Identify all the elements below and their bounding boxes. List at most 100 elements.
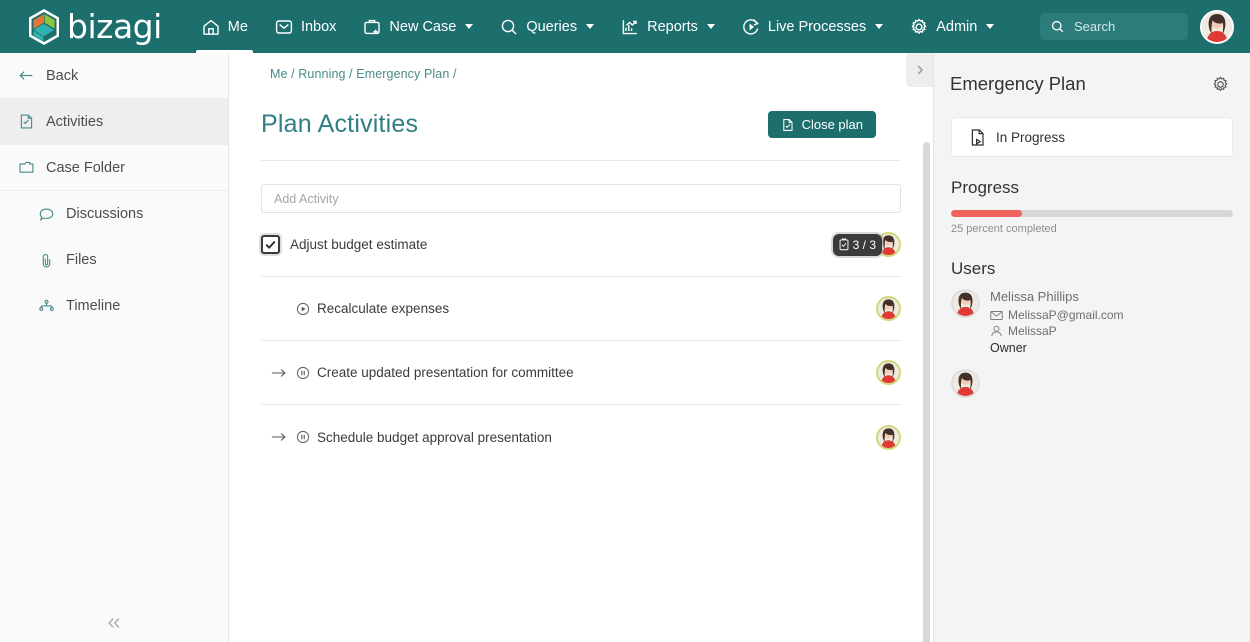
- activity-assignee-avatar[interactable]: [876, 296, 901, 321]
- status-card[interactable]: In Progress: [951, 117, 1233, 157]
- nav-item-live-processes[interactable]: Live Processes: [728, 0, 896, 53]
- nav-item-admin[interactable]: Admin: [896, 0, 1007, 53]
- activity-row[interactable]: Create updated presentation for committe…: [261, 341, 901, 405]
- document-play-icon: [969, 128, 987, 147]
- person-icon: [990, 325, 1003, 337]
- close-plan-label: Close plan: [801, 117, 863, 132]
- close-plan-button[interactable]: Close plan: [767, 111, 876, 138]
- activity-row[interactable]: Adjust budget estimate 3 / 3: [261, 213, 901, 277]
- activity-row-right: [876, 424, 901, 450]
- arrow-right-icon[interactable]: [261, 366, 296, 380]
- activity-row-left: Create updated presentation for committe…: [261, 365, 876, 380]
- activity-row-left: Schedule budget approval presentation: [261, 430, 876, 445]
- new-case-icon: [362, 17, 382, 37]
- progress-caption: 25 percent completed: [951, 223, 1057, 235]
- user-email-row: MelissaP@gmail.com: [990, 308, 1124, 322]
- sidebar-collapse-button[interactable]: [0, 604, 228, 642]
- search-input[interactable]: Search: [1074, 19, 1115, 34]
- activity-assignee-avatar[interactable]: [876, 360, 901, 385]
- activity-label: Adjust budget estimate: [290, 237, 428, 252]
- breadcrumb-text: Me / Running / Emergency Plan /: [270, 67, 457, 81]
- main-nav-items: Me Inbox New Case Queries Reports Live P…: [188, 0, 1008, 53]
- progress-bar-fill: [951, 210, 1022, 217]
- envelope-icon: [990, 310, 1003, 321]
- activity-checkbox[interactable]: [261, 235, 280, 254]
- user-list-item[interactable]: Melissa Phillips MelissaP@gmail.com Meli…: [951, 289, 1250, 355]
- bizagi-logo-text: bizagi: [67, 7, 162, 46]
- arrow-right-icon[interactable]: [261, 430, 296, 444]
- activity-row-left: Adjust budget estimate: [261, 235, 833, 254]
- chevron-right-icon: [914, 64, 926, 76]
- activity-row-right: [876, 296, 901, 321]
- nav-item-new-case-label: New Case: [389, 18, 457, 35]
- user-list-item[interactable]: [951, 369, 1250, 398]
- user-avatar[interactable]: [951, 369, 980, 398]
- chevron-down-icon: [586, 24, 595, 29]
- user-role: Owner: [990, 341, 1027, 355]
- activity-row[interactable]: Recalculate expenses: [261, 277, 901, 341]
- folder-icon: [18, 159, 35, 176]
- discussion-icon: [38, 206, 55, 223]
- nav-item-inbox-label: Inbox: [300, 18, 337, 35]
- main-content: Me / Running / Emergency Plan / Plan Act…: [229, 53, 933, 642]
- sidebar-item-case-folder[interactable]: Case Folder: [0, 145, 228, 191]
- chevron-down-icon: [875, 24, 884, 29]
- user-name: Melissa Phillips: [990, 289, 1079, 304]
- clipboard-check-icon: [838, 238, 850, 251]
- inbox-icon: [274, 17, 294, 37]
- paperclip-icon: [38, 252, 55, 269]
- add-activity-placeholder: Add Activity: [274, 191, 339, 206]
- breadcrumb[interactable]: Me / Running / Emergency Plan /: [229, 53, 933, 81]
- user-username-row: MelissaP: [990, 324, 1124, 338]
- progress-bar-track: [951, 210, 1233, 217]
- page-header: Plan Activities Close plan: [229, 81, 933, 139]
- activity-row[interactable]: Schedule budget approval presentation: [261, 405, 901, 469]
- main-scrollbar[interactable]: [923, 142, 930, 642]
- gear-icon[interactable]: [1211, 75, 1230, 94]
- activity-row-left: Recalculate expenses: [261, 301, 876, 316]
- top-navigation-bar: bizagi Me Inbox New Case Queries Reports…: [0, 0, 1250, 53]
- nav-item-reports-label: Reports: [647, 18, 698, 35]
- global-search[interactable]: Search: [1040, 13, 1188, 40]
- nav-item-queries[interactable]: Queries: [486, 0, 607, 53]
- nav-item-new-case[interactable]: New Case: [349, 0, 486, 53]
- document-check-icon: [781, 118, 795, 132]
- activity-label: Recalculate expenses: [317, 301, 450, 316]
- play-circle-icon: [296, 302, 310, 316]
- pause-circle-icon: [296, 430, 310, 444]
- sidebar-item-timeline-label: Timeline: [66, 298, 121, 314]
- arrow-left-icon: [18, 67, 35, 84]
- sidebar-item-discussions[interactable]: Discussions: [0, 191, 228, 237]
- live-processes-icon: [741, 17, 761, 37]
- home-icon: [201, 17, 221, 37]
- activity-assignee-avatar[interactable]: [876, 424, 901, 450]
- bizagi-logo-icon: [27, 8, 61, 46]
- sidebar-item-files[interactable]: Files: [0, 237, 228, 283]
- gear-icon: [909, 17, 929, 37]
- sidebar-item-files-label: Files: [66, 252, 97, 268]
- users-section-title: Users: [951, 259, 996, 278]
- bizagi-logo[interactable]: bizagi: [27, 0, 162, 53]
- search-icon: [1050, 19, 1065, 34]
- timeline-icon: [38, 298, 55, 315]
- nav-item-inbox[interactable]: Inbox: [261, 0, 349, 53]
- reports-icon: [620, 17, 640, 37]
- sidebar-back-label: Back: [46, 67, 79, 84]
- sidebar-back-button[interactable]: Back: [0, 53, 228, 99]
- user-username: MelissaP: [1008, 324, 1057, 338]
- user-avatar[interactable]: [951, 289, 980, 318]
- right-panel-toggle[interactable]: [906, 53, 933, 87]
- activity-count-badge[interactable]: 3 / 3: [832, 233, 882, 256]
- user-details: Melissa Phillips MelissaP@gmail.com Meli…: [990, 289, 1124, 355]
- user-avatar[interactable]: [1200, 9, 1234, 44]
- activity-row-right: 3 / 3: [832, 232, 901, 257]
- nav-item-reports[interactable]: Reports: [607, 0, 728, 53]
- chevron-down-icon: [706, 24, 715, 29]
- add-activity-input[interactable]: Add Activity: [261, 184, 901, 213]
- nav-item-me[interactable]: Me: [188, 0, 261, 53]
- right-panel: Emergency Plan In Progress Progress 25 p…: [933, 53, 1250, 642]
- right-panel-header: Emergency Plan: [934, 53, 1250, 95]
- pause-circle-icon: [296, 366, 310, 380]
- sidebar-item-timeline[interactable]: Timeline: [0, 283, 228, 329]
- sidebar-item-activities[interactable]: Activities: [0, 99, 228, 145]
